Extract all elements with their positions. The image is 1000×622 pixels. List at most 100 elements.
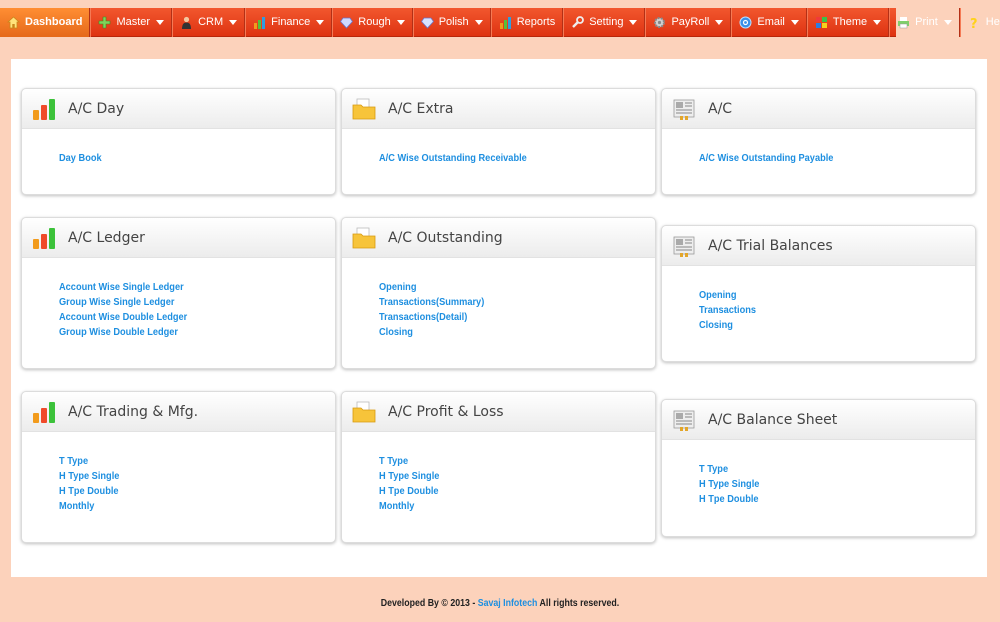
card-header: A/C Day	[22, 89, 335, 129]
link-group-wise-single-ledger[interactable]: Group Wise Single Ledger	[59, 295, 302, 310]
palette-icon	[815, 16, 827, 28]
menu-label: Email	[757, 16, 785, 28]
menu-label: Rough	[358, 16, 391, 28]
card-title: A/C Extra	[388, 100, 454, 117]
link-transactions[interactable]: Transactions	[699, 303, 942, 318]
menu-polish[interactable]: Polish	[412, 7, 491, 37]
link-closing[interactable]: Closing	[699, 318, 942, 333]
link-h-type-single[interactable]: H Type Single	[59, 469, 302, 484]
dashboard-panel: A/C Day Day Book A/C Ledger Account Wise…	[11, 59, 987, 577]
svg-text:?: ?	[970, 17, 978, 29]
chevron-down-icon	[873, 19, 882, 25]
link-opening[interactable]: Opening	[699, 288, 942, 303]
link-transactions-summary[interactable]: Transactions(Summary)	[379, 295, 622, 310]
link-transactions-detail[interactable]: Transactions(Detail)	[379, 310, 622, 325]
bar-chart-icon	[33, 98, 55, 120]
card-links: Day Book	[22, 129, 335, 166]
menu-email[interactable]: Email	[731, 7, 807, 37]
menu-label: Print	[915, 16, 938, 28]
card-links: T Type H Type Single H Tpe Double Monthl…	[342, 432, 655, 514]
link-account-wise-double-ledger[interactable]: Account Wise Double Ledger	[59, 310, 302, 325]
top-navbar: Dashboard Master CRM Finance Rough Polis…	[0, 0, 1000, 42]
chevron-down-icon	[229, 19, 238, 25]
menu-payroll[interactable]: PayRoll	[645, 7, 732, 37]
menu-dashboard[interactable]: Dashboard	[0, 7, 91, 37]
folder-icon	[352, 227, 376, 248]
main-menu: Dashboard Master CRM Finance Rough Polis…	[0, 7, 1000, 37]
link-closing[interactable]: Closing	[379, 325, 622, 340]
card-title: A/C Outstanding	[388, 229, 503, 246]
card-ac-balance-sheet: A/C Balance Sheet T Type H Type Single H…	[661, 399, 976, 537]
menu-crm[interactable]: CRM	[172, 7, 246, 37]
card-title: A/C Trial Balances	[708, 237, 833, 254]
menu-help[interactable]: ? Help	[959, 7, 1000, 37]
footer-suffix: All rights reserved.	[537, 598, 620, 609]
menu-reports[interactable]: Reports	[490, 7, 564, 37]
link-h-type-single[interactable]: H Type Single	[379, 469, 622, 484]
home-icon	[7, 15, 20, 28]
card-links: Opening Transactions(Summary) Transactio…	[342, 258, 655, 340]
menu-theme[interactable]: Theme	[806, 7, 890, 37]
link-monthly[interactable]: Monthly	[59, 499, 302, 514]
folder-icon	[352, 401, 376, 422]
link-t-type[interactable]: T Type	[379, 454, 622, 469]
link-h-type-single[interactable]: H Type Single	[699, 477, 942, 492]
card-title: A/C Profit & Loss	[388, 403, 504, 420]
link-opening[interactable]: Opening	[379, 280, 622, 295]
menu-label: Help	[985, 16, 1000, 28]
link-group-wise-double-ledger[interactable]: Group Wise Double Ledger	[59, 325, 302, 340]
link-h-type-double[interactable]: H Tpe Double	[59, 484, 302, 499]
card-header: A/C Trading & Mfg.	[22, 392, 335, 432]
card-title: A/C Ledger	[68, 229, 145, 246]
card-ac: A/C A/C Wise Outstanding Payable	[661, 88, 976, 195]
menu-label: Dashboard	[25, 16, 83, 28]
footer-prefix: Developed By © 2013 -	[380, 598, 478, 609]
card-title: A/C Trading & Mfg.	[68, 403, 199, 420]
menu-label: Setting	[589, 16, 624, 28]
card-links: Account Wise Single Ledger Group Wise Si…	[22, 258, 335, 340]
menu-label: Finance	[271, 16, 311, 28]
newspaper-icon	[673, 236, 695, 257]
link-t-type[interactable]: T Type	[59, 454, 302, 469]
folder-icon	[352, 98, 376, 119]
gear-icon	[654, 16, 666, 28]
printer-icon	[898, 16, 910, 28]
chevron-down-icon	[629, 19, 638, 25]
diamond-icon	[420, 17, 434, 29]
card-ac-trading: A/C Trading & Mfg. T Type H Type Single …	[21, 391, 336, 543]
question-icon: ?	[970, 17, 978, 29]
chevron-down-icon	[790, 19, 799, 25]
menu-finance[interactable]: Finance	[245, 7, 333, 37]
card-links: A/C Wise Outstanding Payable	[662, 129, 975, 166]
link-t-type[interactable]: T Type	[699, 462, 942, 477]
bar-chart-icon	[499, 16, 511, 29]
menu-setting[interactable]: Setting	[563, 7, 646, 37]
link-day-book[interactable]: Day Book	[59, 151, 302, 166]
card-ac-day: A/C Day Day Book	[21, 88, 336, 195]
link-account-wise-single-ledger[interactable]: Account Wise Single Ledger	[59, 280, 302, 295]
link-ac-wise-outstanding-payable[interactable]: A/C Wise Outstanding Payable	[699, 151, 942, 166]
link-ac-wise-outstanding-receivable[interactable]: A/C Wise Outstanding Receivable	[379, 151, 622, 166]
card-ac-trial-balances: A/C Trial Balances Opening Transactions …	[661, 225, 976, 362]
link-monthly[interactable]: Monthly	[379, 499, 622, 514]
card-links: T Type H Type Single H Tpe Double Monthl…	[22, 432, 335, 514]
menu-label: Reports	[516, 16, 556, 28]
menu-master[interactable]: Master	[90, 7, 173, 37]
card-header: A/C Ledger	[22, 218, 335, 258]
card-header: A/C Extra	[342, 89, 655, 129]
menu-rough[interactable]: Rough	[332, 7, 413, 37]
footer-brand-link[interactable]: Savaj Infotech	[478, 598, 538, 609]
menu-label: Theme	[832, 16, 868, 28]
diamond-icon	[340, 17, 354, 29]
card-header: A/C Profit & Loss	[342, 392, 655, 432]
chevron-down-icon	[156, 19, 165, 25]
card-links: A/C Wise Outstanding Receivable	[342, 129, 655, 166]
card-header: A/C Trial Balances	[662, 226, 975, 266]
menu-print[interactable]: Print	[889, 7, 960, 37]
user-icon	[182, 16, 192, 29]
menu-label: PayRoll	[671, 16, 710, 28]
chevron-down-icon	[474, 19, 483, 25]
link-h-type-double[interactable]: H Tpe Double	[379, 484, 622, 499]
link-h-type-double[interactable]: H Tpe Double	[699, 492, 942, 507]
bar-chart-icon	[254, 16, 266, 29]
